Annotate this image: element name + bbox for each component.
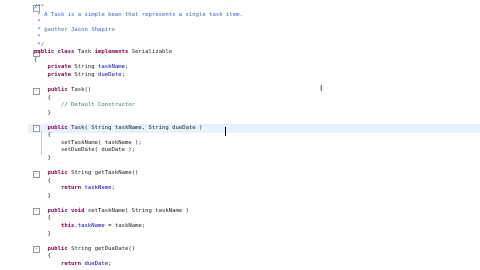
code-token: } xyxy=(34,109,51,116)
code-token: return xyxy=(60,185,82,192)
code-token: { xyxy=(34,177,51,184)
code-token: Jason Shapiro xyxy=(67,26,115,33)
code-token: public xyxy=(47,124,68,131)
code-token: String xyxy=(71,64,99,71)
code-token: public class xyxy=(34,49,75,56)
code-token: public xyxy=(47,87,68,94)
code-token: } xyxy=(34,192,51,199)
code-token: Task( String taskName, String dueDate ) xyxy=(67,124,203,131)
code-line[interactable]: } xyxy=(34,109,51,118)
code-token: public void xyxy=(47,207,85,214)
code-token: String getDueDate() xyxy=(67,245,136,252)
code-token: dueDate xyxy=(84,260,109,267)
code-token: ; xyxy=(108,260,112,267)
code-token: { xyxy=(34,215,51,222)
code-line[interactable]: public Task( String taskName, String due… xyxy=(34,124,202,133)
code-token: private xyxy=(47,71,72,78)
code-token: this xyxy=(60,222,75,229)
code-token: dueDate xyxy=(98,71,122,78)
code-token: } xyxy=(34,155,51,161)
code-token: public xyxy=(47,170,68,177)
code-token: { xyxy=(34,94,51,101)
code-token: { xyxy=(34,132,51,139)
code-token: Task() xyxy=(67,87,92,94)
code-token: implements xyxy=(94,49,129,56)
code-token: = taskName; xyxy=(104,222,146,229)
code-token: ; xyxy=(124,64,129,71)
code-line[interactable]: } xyxy=(34,230,51,239)
code-token: String getTaskName() xyxy=(67,170,139,177)
code-token: * xyxy=(34,19,41,26)
code-token: taskName xyxy=(84,185,112,192)
code-token: Serializable xyxy=(128,49,173,56)
code-token: */ xyxy=(34,41,45,48)
code-token: { xyxy=(34,253,51,260)
code-token: return xyxy=(60,260,82,267)
code-line[interactable]: return dueDate; xyxy=(34,260,112,269)
code-line[interactable]: * @author Jason Shapiro xyxy=(34,26,115,35)
code-token: taskName xyxy=(98,64,125,71)
code-token: /** xyxy=(34,4,45,10)
code-token: ; xyxy=(111,185,115,192)
code-token: setTaskName( String taskName ) xyxy=(84,207,189,214)
code-line[interactable]: public void setTaskName( String taskName… xyxy=(34,207,189,216)
code-token: public xyxy=(47,245,68,252)
code-token: * xyxy=(34,34,41,41)
code-token: String xyxy=(71,71,99,78)
code-token: // Default Constructor xyxy=(60,102,136,109)
code-token: private xyxy=(47,64,72,71)
code-token: { xyxy=(34,56,38,63)
code-token: ; xyxy=(121,71,125,78)
text-cursor-icon: I xyxy=(320,84,323,93)
code-token: Task xyxy=(74,49,95,56)
code-token: taskName xyxy=(77,222,105,229)
code-token: } xyxy=(34,230,51,237)
code-token: setDueDate( dueDate ); xyxy=(34,147,136,154)
line-gutter xyxy=(0,0,28,270)
code-line[interactable]: } xyxy=(34,154,51,163)
code-line[interactable]: * A Task is a simple bean that represent… xyxy=(34,11,243,20)
code-line[interactable]: private String dueDate; xyxy=(34,71,125,80)
code-token: * A Task is a simple bean that represent… xyxy=(34,11,243,18)
code-editor[interactable]: -/** * A Task is a simple bean that repr… xyxy=(0,0,480,270)
code-line[interactable]: } xyxy=(34,192,51,201)
code-token: @author xyxy=(44,26,68,33)
text-caret xyxy=(225,127,226,136)
code-token: * xyxy=(34,26,45,33)
code-token: setTaskName( taskName ); xyxy=(34,139,142,146)
code-line[interactable]: public class Task implements Serializabl… xyxy=(34,48,172,57)
